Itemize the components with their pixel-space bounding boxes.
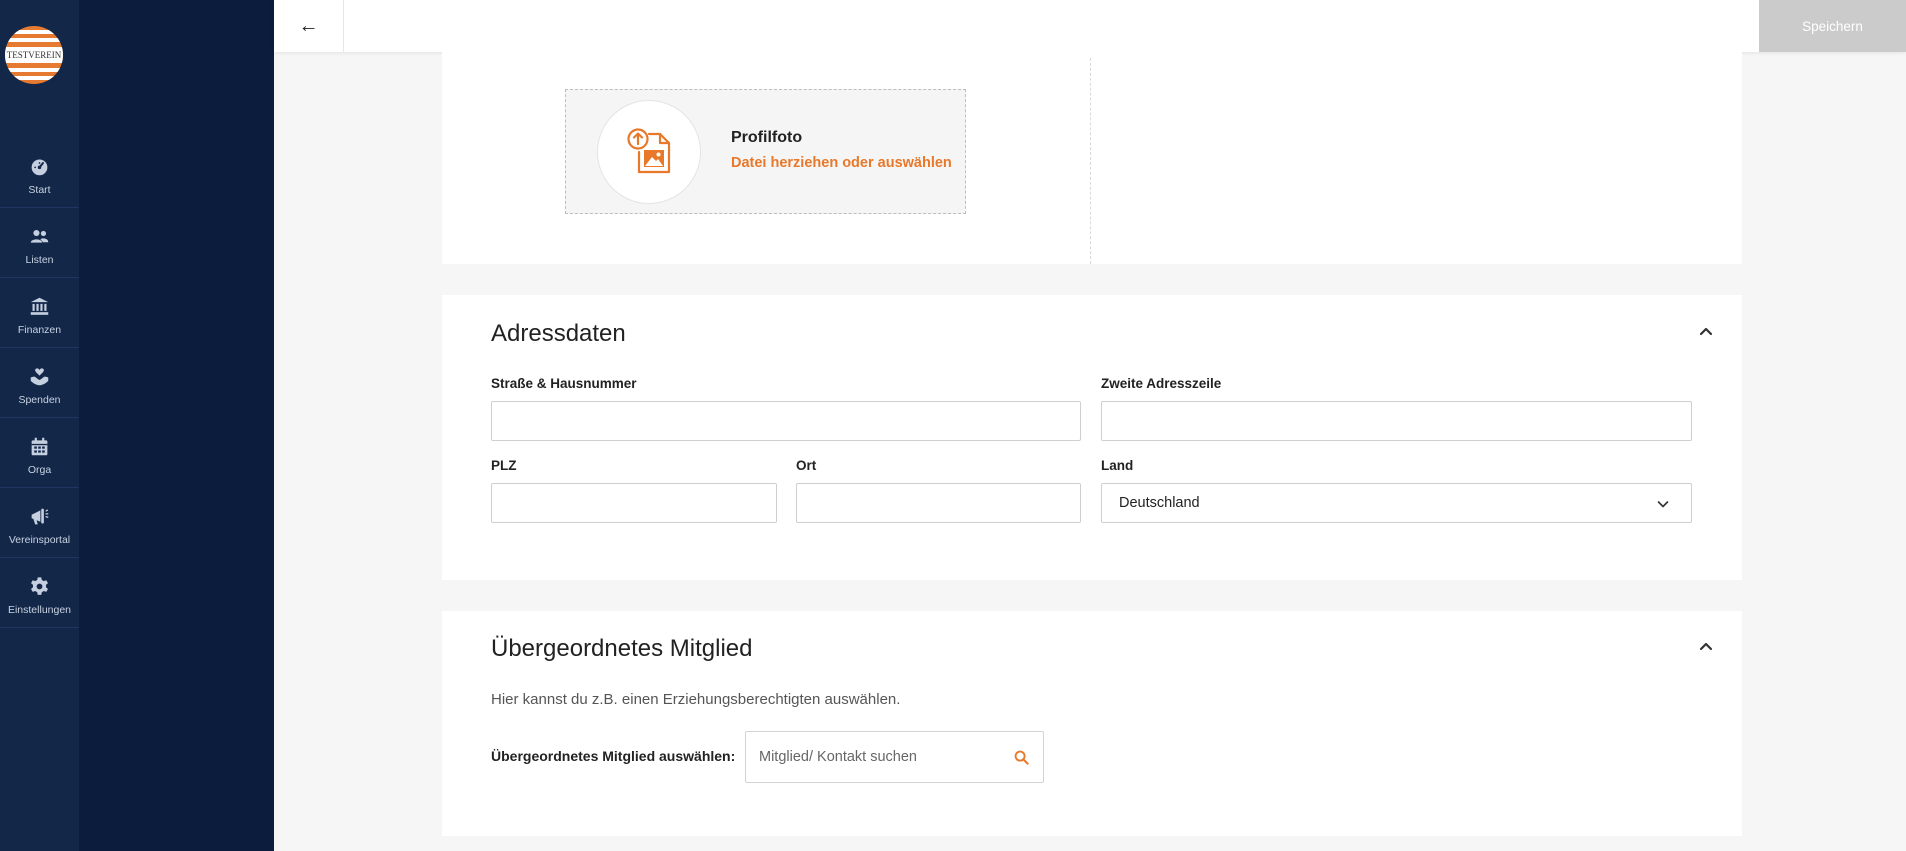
calendar-icon <box>31 437 48 456</box>
city-input[interactable] <box>796 483 1081 523</box>
save-button[interactable]: Speichern <box>1759 0 1906 52</box>
nav-item-einstellungen[interactable]: Einstellungen <box>0 558 79 628</box>
country-selected-value: Deutschland <box>1119 495 1200 511</box>
nav-label-vereinsportal: Vereinsportal <box>8 534 71 546</box>
top-bar: ← Speichern <box>274 0 1906 52</box>
parent-member-section-title: Übergeordnetes Mitglied <box>491 635 753 662</box>
nav-item-spenden[interactable]: Spenden <box>0 348 79 418</box>
chevron-up-icon[interactable] <box>1698 638 1714 654</box>
zip-label: PLZ <box>491 458 517 473</box>
back-button[interactable]: ← <box>274 0 344 52</box>
club-logo[interactable]: TESTVEREIN <box>5 26 63 84</box>
profile-photo-card: Profilfoto Datei herziehen oder auswähle… <box>442 52 1742 264</box>
arrow-left-icon: ← <box>298 14 319 37</box>
megaphone-icon <box>31 508 49 525</box>
nav-label-start: Start <box>28 184 51 196</box>
search-icon[interactable] <box>1014 750 1029 765</box>
address-line2-input[interactable] <box>1101 401 1692 441</box>
chevron-up-icon[interactable] <box>1698 323 1714 339</box>
nav-label-einstellungen: Einstellungen <box>7 604 72 616</box>
nav-item-listen[interactable]: Listen <box>0 208 79 278</box>
profile-photo-title: Profilfoto <box>731 129 803 146</box>
country-label: Land <box>1101 458 1134 473</box>
dashboard-icon <box>31 159 48 176</box>
address-line2-label: Zweite Adresszeile <box>1101 376 1222 391</box>
nav-label-spenden: Spenden <box>18 394 61 406</box>
country-select[interactable]: Deutschland <box>1101 483 1692 523</box>
gear-icon <box>31 577 48 595</box>
parent-member-card: Übergeordnetes Mitglied Hier kannst du z… <box>442 611 1742 836</box>
secondary-sidebar <box>79 0 274 851</box>
nav-item-finanzen[interactable]: Finanzen <box>0 278 79 348</box>
column-divider <box>1090 58 1091 264</box>
bank-icon <box>30 297 49 315</box>
member-search-input[interactable] <box>746 732 996 782</box>
parent-member-hint: Hier kannst du z.B. einen Erziehungsbere… <box>491 691 901 708</box>
zip-input[interactable] <box>491 483 777 523</box>
address-section-title: Adressdaten <box>491 320 626 347</box>
address-card: Adressdaten Straße & Hausnummer Zweite A… <box>442 295 1742 580</box>
image-upload-icon <box>627 128 671 174</box>
users-icon <box>30 229 49 243</box>
nav-label-orga: Orga <box>27 464 52 476</box>
city-label: Ort <box>796 458 817 473</box>
donate-heart-icon <box>30 368 49 386</box>
main-nav-rail: TESTVEREIN Start Listen Finanzen Spenden… <box>0 0 79 851</box>
nav-item-vereinsportal[interactable]: Vereinsportal <box>0 488 79 558</box>
parent-member-select-label: Übergeordnetes Mitglied auswählen: <box>491 748 736 764</box>
nav-label-listen: Listen <box>25 254 54 266</box>
upload-file-link[interactable]: Datei herziehen oder auswählen <box>731 155 952 171</box>
nav-item-start[interactable]: Start <box>0 138 79 208</box>
nav-label-finanzen: Finanzen <box>17 324 62 336</box>
chevron-down-icon <box>1657 501 1669 508</box>
street-label: Straße & Hausnummer <box>491 376 637 391</box>
street-input[interactable] <box>491 401 1081 441</box>
nav-item-orga[interactable]: Orga <box>0 418 79 488</box>
club-logo-text: TESTVEREIN <box>5 47 63 63</box>
member-search-box <box>745 731 1044 783</box>
upload-icon-circle <box>597 100 701 204</box>
profile-photo-dropzone[interactable]: Profilfoto Datei herziehen oder auswähle… <box>565 89 966 214</box>
